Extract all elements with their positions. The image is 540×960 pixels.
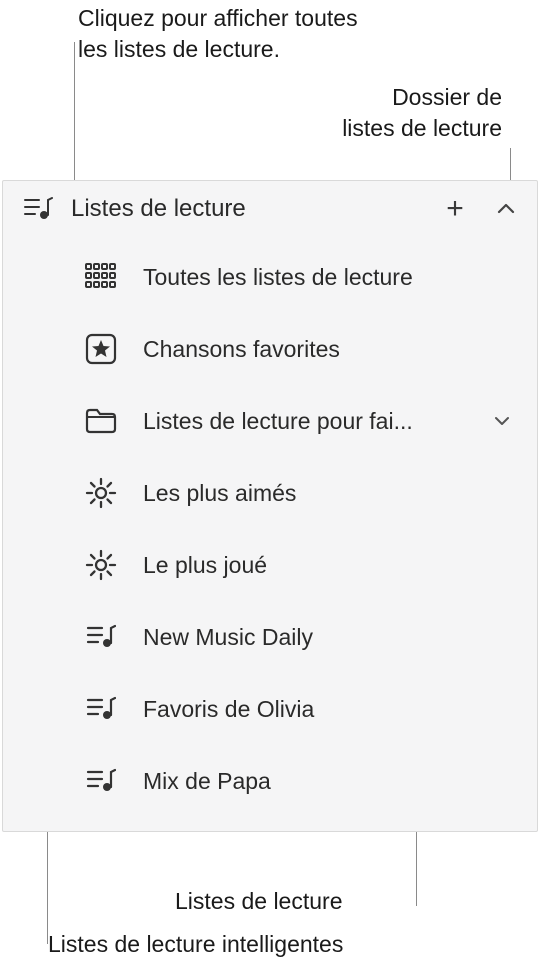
row-label: Chansons favorites — [143, 336, 517, 363]
gear-icon — [81, 477, 121, 509]
callout-smart-playlists: Listes de lecture intelligentes — [48, 929, 343, 960]
row-label: Toutes les listes de lecture — [143, 264, 517, 291]
expand-chevron-icon[interactable] — [487, 411, 517, 432]
favorite-songs-item[interactable]: Chansons favorites — [3, 313, 537, 385]
playlist-icon — [23, 196, 53, 222]
row-label: Favoris de Olivia — [143, 696, 517, 723]
row-label: Le plus joué — [143, 552, 517, 579]
playlist-item[interactable]: Favoris de Olivia — [3, 673, 537, 745]
playlists-list: Toutes les listes de lecture Chansons fa… — [3, 237, 537, 831]
playlist-item[interactable]: Mix de Papa — [3, 745, 537, 817]
gear-icon — [81, 549, 121, 581]
grid-icon — [81, 263, 121, 291]
row-label: Listes de lecture pour fai... — [143, 408, 465, 435]
callout-playlists: Listes de lecture — [175, 886, 342, 917]
playlists-title: Listes de lecture — [71, 195, 419, 223]
row-label: Les plus aimés — [143, 480, 517, 507]
playlists-header[interactable]: Listes de lecture + — [3, 181, 537, 237]
smart-playlist-item[interactable]: Le plus joué — [3, 529, 537, 601]
playlists-panel: Listes de lecture + — [2, 180, 538, 832]
playlist-folder-item[interactable]: Listes de lecture pour fai... — [3, 385, 537, 457]
all-playlists-item[interactable]: Toutes les listes de lecture — [3, 241, 537, 313]
row-label: New Music Daily — [143, 624, 517, 651]
collapse-chevron-icon[interactable] — [491, 199, 521, 220]
playlist-icon — [81, 624, 121, 650]
playlist-icon — [81, 696, 121, 722]
smart-playlist-item[interactable]: Les plus aimés — [3, 457, 537, 529]
callout-all-playlists: Cliquez pour afficher toutes les listes … — [78, 3, 358, 65]
playlist-icon — [81, 768, 121, 794]
star-box-icon — [81, 333, 121, 365]
add-playlist-button[interactable]: + — [437, 192, 473, 226]
playlist-item[interactable]: New Music Daily — [3, 601, 537, 673]
callout-folder: Dossier de listes de lecture — [342, 82, 502, 144]
row-label: Mix de Papa — [143, 768, 517, 795]
folder-icon — [81, 407, 121, 435]
